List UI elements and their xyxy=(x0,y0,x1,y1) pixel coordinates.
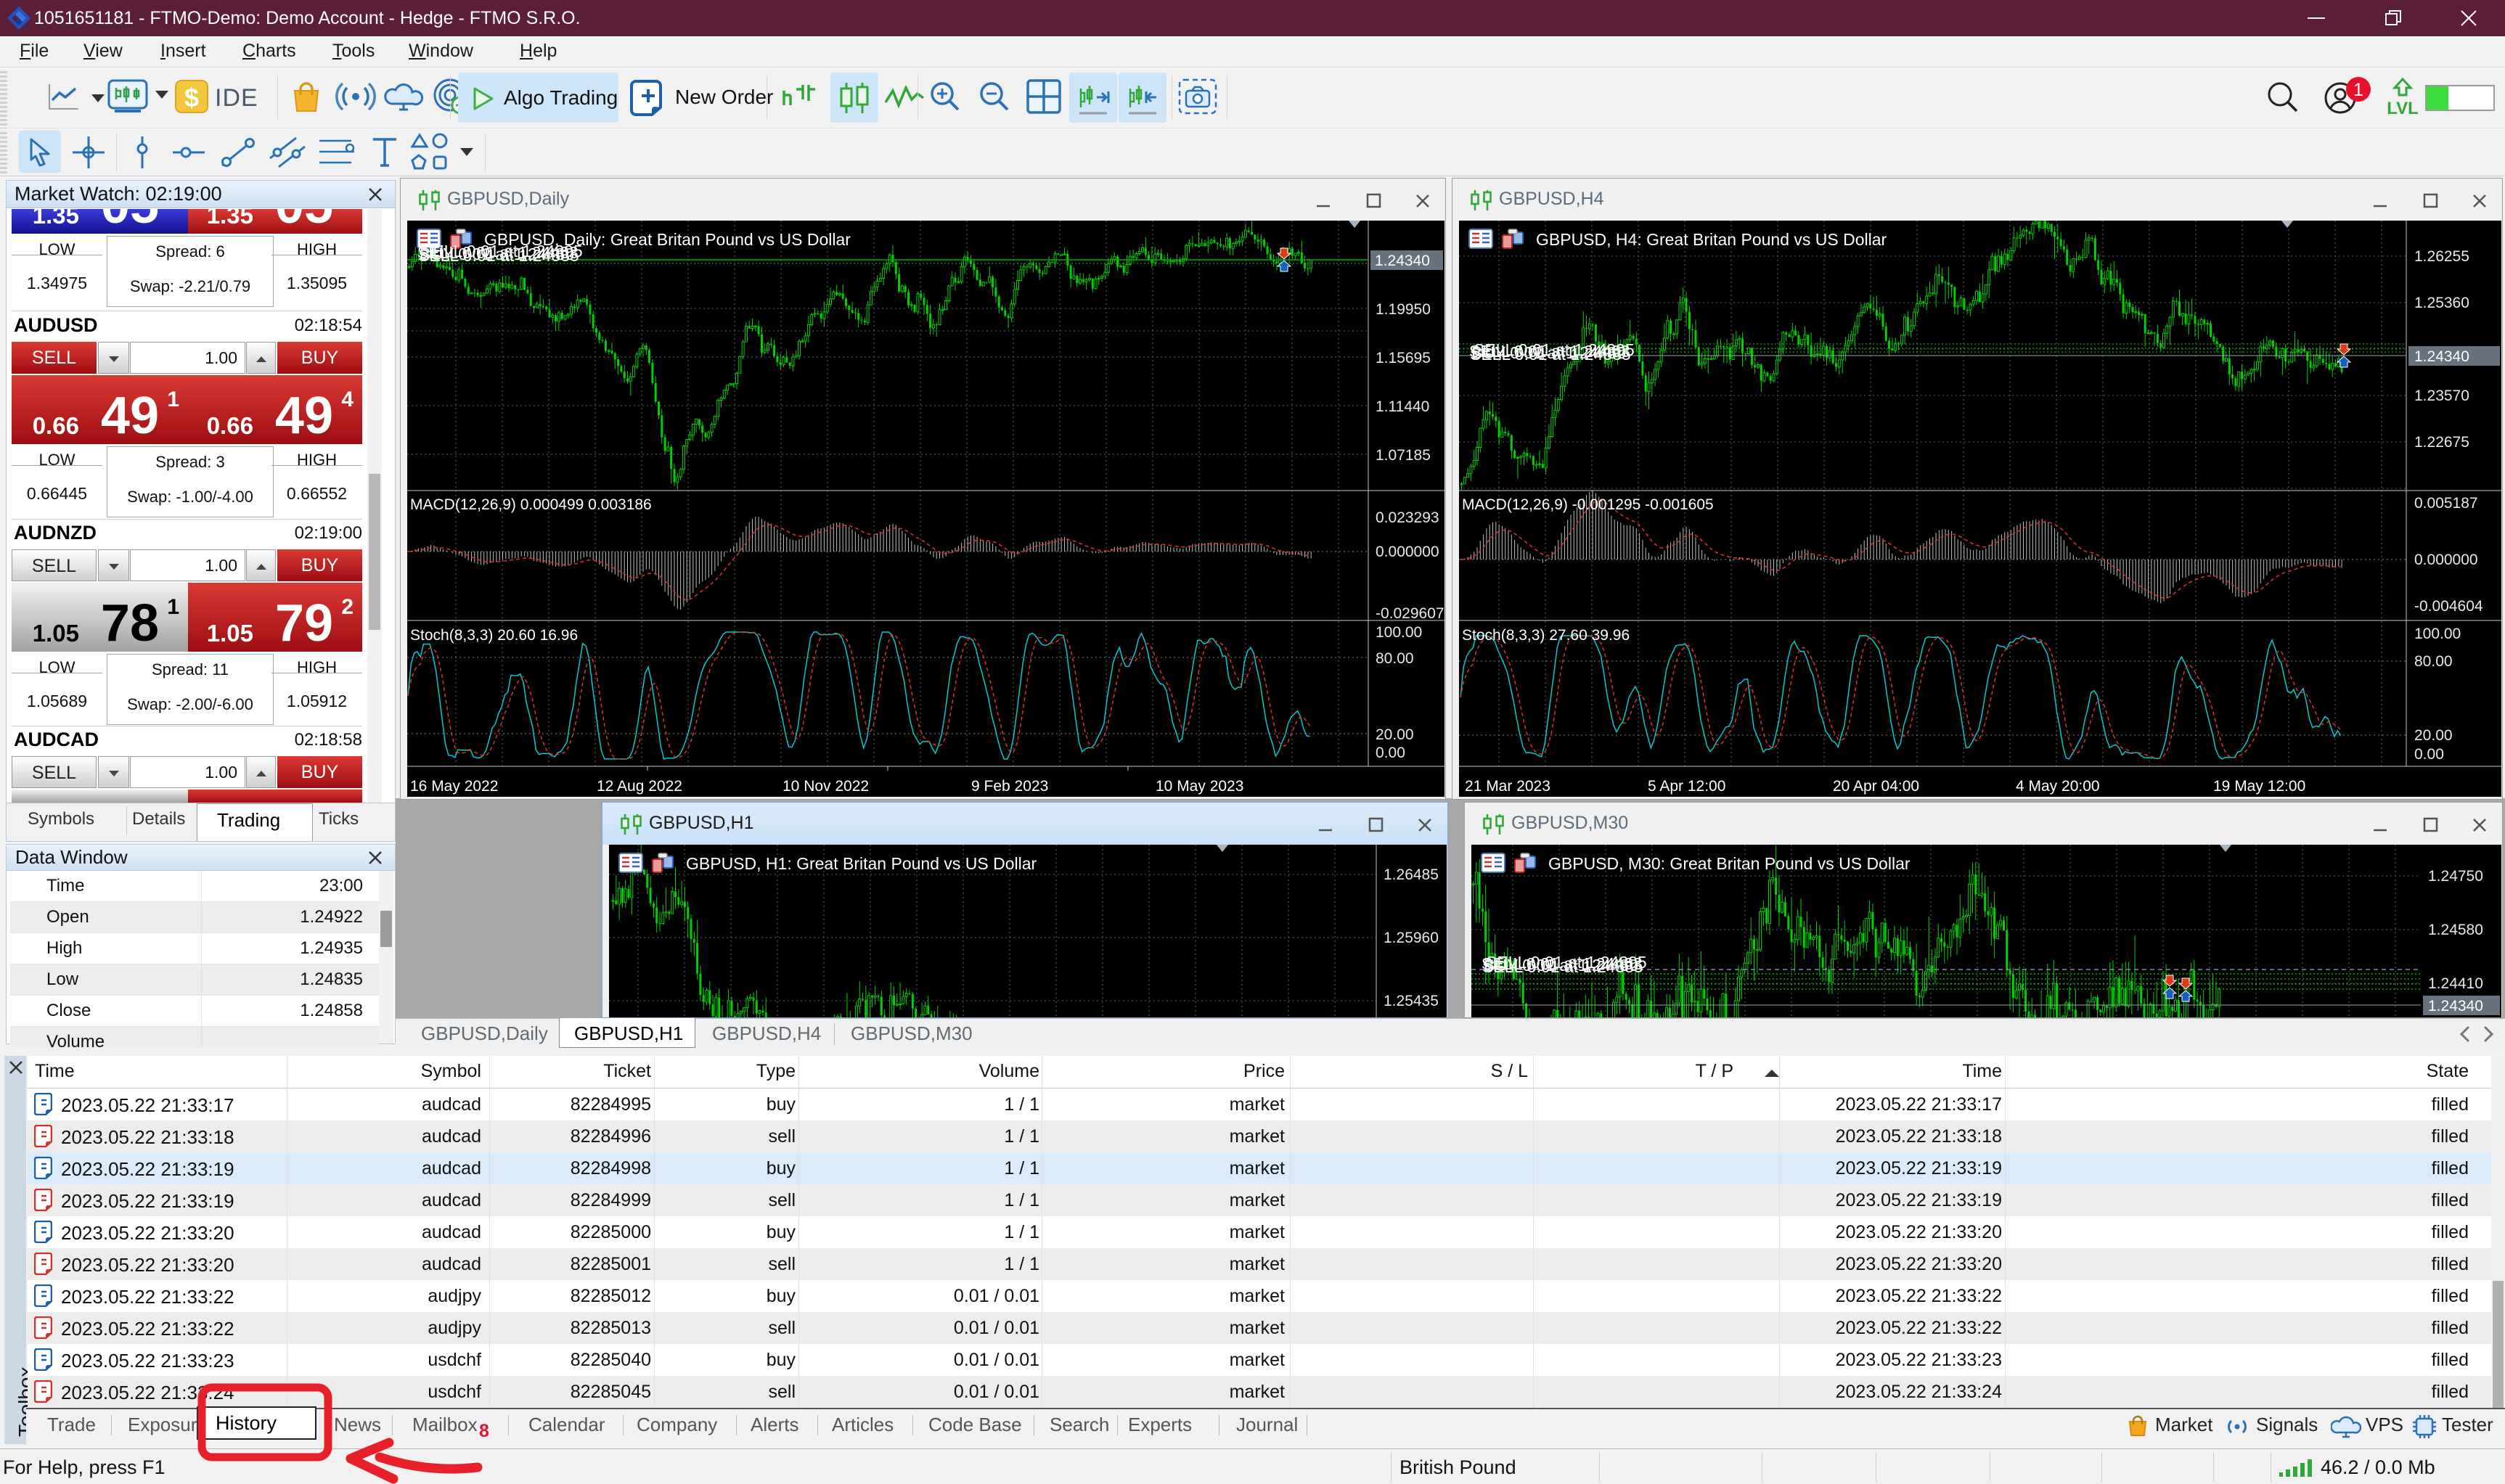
svg-text:80.00: 80.00 xyxy=(2414,653,2453,670)
svg-text:1.23570: 1.23570 xyxy=(2414,388,2469,404)
svg-text:1.24750: 1.24750 xyxy=(2428,868,2483,885)
svg-text:1.07185: 1.07185 xyxy=(1376,447,1431,464)
svg-text:1.22675: 1.22675 xyxy=(2414,434,2469,451)
svg-text:9 Feb 2023: 9 Feb 2023 xyxy=(971,778,1048,795)
svg-text:MACD(12,26,9) -0.001295 -0.001: MACD(12,26,9) -0.001295 -0.001605 xyxy=(1462,496,1714,513)
svg-text:GBPUSD, M30: Great Britan Pou: GBPUSD, M30: Great Britan Pound vs US Do… xyxy=(1548,854,1911,873)
svg-text:-0.029607: -0.029607 xyxy=(1376,605,1444,622)
svg-text:16 May 2022: 16 May 2022 xyxy=(410,778,498,795)
svg-text:100.00: 100.00 xyxy=(2414,626,2461,642)
svg-text:12 Aug 2022: 12 Aug 2022 xyxy=(597,778,682,795)
svg-text:100.00: 100.00 xyxy=(1376,624,1422,641)
svg-text:1: 1 xyxy=(2353,80,2363,100)
svg-text:Stoch(8,3,3) 27.60 39.96: Stoch(8,3,3) 27.60 39.96 xyxy=(1462,627,1630,644)
svg-text:1.11440: 1.11440 xyxy=(1376,398,1429,415)
svg-text:1.24580: 1.24580 xyxy=(2428,922,2483,938)
svg-text:10 Nov 2022: 10 Nov 2022 xyxy=(782,778,869,795)
svg-text:0.00: 0.00 xyxy=(1376,745,1405,761)
svg-text:LVL: LVL xyxy=(2387,99,2419,118)
svg-text:1.24340: 1.24340 xyxy=(2428,998,2483,1014)
svg-text:GBPUSD, H4: Great Britan Poun: GBPUSD, H4: Great Britan Pound vs US Dol… xyxy=(1536,230,1887,249)
svg-text:SELL 0.01 at 1.24385: SELL 0.01 at 1.24385 xyxy=(1482,957,1643,976)
svg-text:Stoch(8,3,3) 20.60 16.96: Stoch(8,3,3) 20.60 16.96 xyxy=(410,627,578,644)
svg-text:1.26255: 1.26255 xyxy=(2414,248,2469,265)
svg-text:19 May 12:00: 19 May 12:00 xyxy=(2213,778,2305,795)
svg-text:4 May 20:00: 4 May 20:00 xyxy=(2016,778,2100,795)
svg-text:1.15695: 1.15695 xyxy=(1376,350,1431,366)
svg-text:0.000000: 0.000000 xyxy=(1376,544,1439,560)
svg-text:0.023293: 0.023293 xyxy=(1376,509,1439,526)
svg-text:1.24340: 1.24340 xyxy=(2414,348,2469,365)
svg-text:MACD(12,26,9) 0.000499 0.00318: MACD(12,26,9) 0.000499 0.003186 xyxy=(410,496,652,513)
svg-text:1.25435: 1.25435 xyxy=(1384,993,1439,1009)
svg-text:GBPUSD, H1: Great Britan Poun: GBPUSD, H1: Great Britan Pound vs US Dol… xyxy=(686,854,1037,873)
svg-text:1.25960: 1.25960 xyxy=(1384,930,1439,946)
svg-text:1.25360: 1.25360 xyxy=(2414,295,2469,311)
svg-text:20.00: 20.00 xyxy=(2414,727,2453,744)
svg-text:1.19950: 1.19950 xyxy=(1376,301,1431,318)
svg-text:0.00: 0.00 xyxy=(2414,746,2444,763)
svg-text:21 Mar 2023: 21 Mar 2023 xyxy=(1465,778,1550,795)
svg-text:0.000000: 0.000000 xyxy=(2414,552,2478,568)
svg-text:1.26485: 1.26485 xyxy=(1384,866,1439,883)
svg-text:20.00: 20.00 xyxy=(1376,726,1414,743)
svg-text:SELL 0.01 at 1.24385: SELL 0.01 at 1.24385 xyxy=(418,246,579,265)
svg-text:-0.004604: -0.004604 xyxy=(2414,598,2483,615)
svg-text:SELL 0.01 at 1.24385: SELL 0.01 at 1.24385 xyxy=(1470,345,1631,364)
svg-text:1.24410: 1.24410 xyxy=(2428,975,2483,992)
svg-text:$: $ xyxy=(184,83,199,112)
svg-text:80.00: 80.00 xyxy=(1376,650,1414,667)
svg-text:20 Apr 04:00: 20 Apr 04:00 xyxy=(1833,778,1919,795)
svg-text:10 May 2023: 10 May 2023 xyxy=(1156,778,1243,795)
svg-text:5 Apr 12:00: 5 Apr 12:00 xyxy=(1648,778,1725,795)
svg-text:1.24340: 1.24340 xyxy=(1375,253,1430,269)
svg-text:0.005187: 0.005187 xyxy=(2414,495,2478,512)
